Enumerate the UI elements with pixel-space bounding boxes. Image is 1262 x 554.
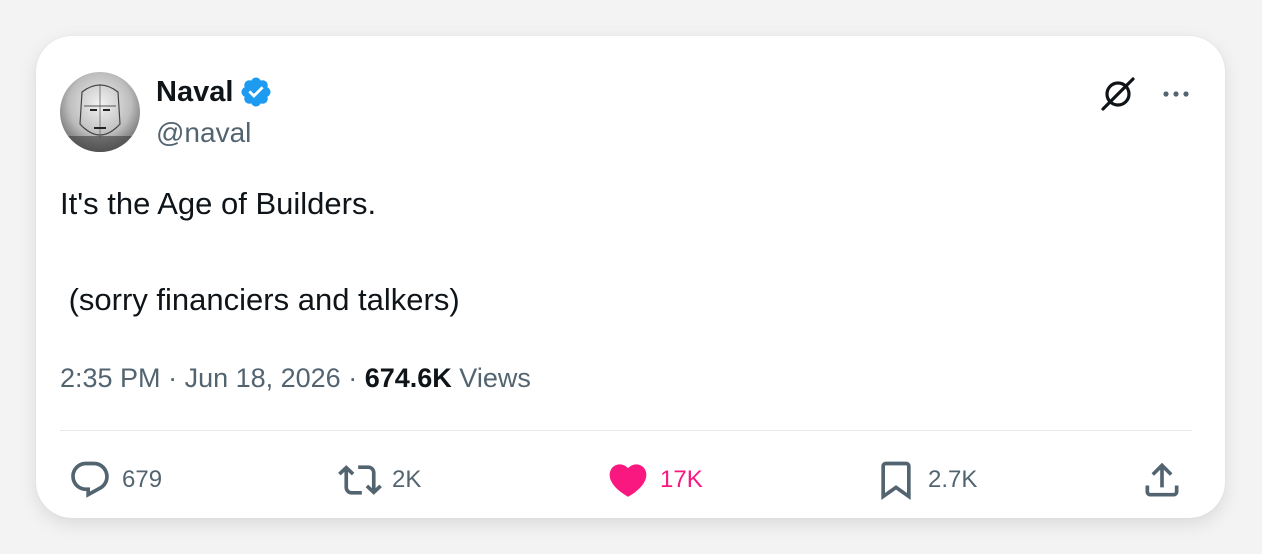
tweet-date[interactable]: Jun 18, 2026 bbox=[185, 363, 341, 393]
like-count: 17K bbox=[660, 466, 703, 493]
meta-separator: · bbox=[160, 363, 185, 393]
bookmark-count: 2.7K bbox=[928, 466, 978, 493]
tweet-card: Naval @naval It's the Age of Builders. (… bbox=[36, 36, 1225, 518]
views-label: Views bbox=[459, 363, 531, 393]
reply-count: 679 bbox=[122, 466, 163, 493]
retweet-icon bbox=[338, 465, 382, 495]
tweet-meta: 2:35 PM · Jun 18, 2026 · 674.6K Views bbox=[60, 360, 531, 396]
reply-button[interactable]: 679 bbox=[68, 456, 162, 504]
tweet-time[interactable]: 2:35 PM bbox=[60, 363, 161, 393]
verified-badge-icon bbox=[241, 77, 271, 107]
bookmark-icon bbox=[881, 461, 911, 501]
tweet-text-line: It's the Age of Builders. bbox=[60, 186, 377, 221]
author-handle[interactable]: @naval bbox=[156, 115, 251, 151]
avatar[interactable] bbox=[60, 72, 140, 152]
author-name[interactable]: Naval bbox=[156, 74, 233, 110]
divider bbox=[60, 430, 1192, 431]
bookmark-button[interactable]: 2.7K bbox=[874, 456, 977, 504]
retweet-button[interactable]: 2K bbox=[338, 456, 421, 504]
heart-icon bbox=[609, 464, 647, 497]
like-button[interactable]: 17K bbox=[606, 456, 703, 504]
views-count: 674.6K bbox=[364, 363, 452, 393]
retweet-count: 2K bbox=[392, 466, 422, 493]
tweet-text-line: (sorry financiers and talkers) bbox=[60, 282, 460, 317]
grok-icon[interactable] bbox=[1096, 72, 1140, 116]
share-icon bbox=[1145, 462, 1179, 497]
meta-separator: · bbox=[340, 363, 365, 393]
share-button[interactable] bbox=[1140, 456, 1194, 504]
more-icon[interactable] bbox=[1156, 74, 1196, 114]
reply-icon bbox=[71, 461, 109, 498]
